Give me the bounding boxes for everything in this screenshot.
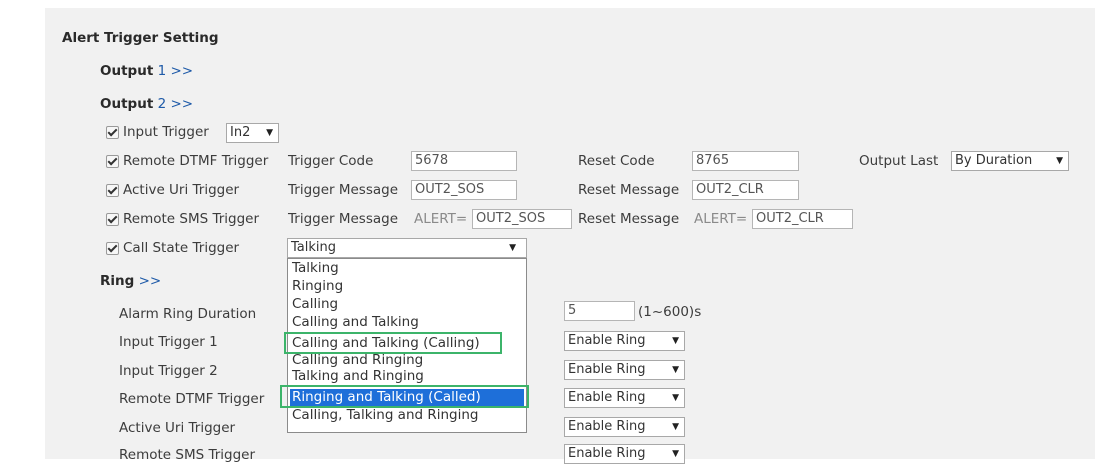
- ring-toggle[interactable]: >>: [139, 273, 162, 289]
- remote-sms-reset-msg-input[interactable]: OUT2_CLR: [752, 209, 853, 229]
- ring-row-select[interactable]: Enable Ring ▼: [564, 360, 685, 380]
- dropdown-option[interactable]: Talking and Ringing: [292, 368, 424, 384]
- input-trigger-label: Input Trigger: [123, 124, 209, 140]
- active-uri-reset-msg-label: Reset Message: [578, 182, 680, 198]
- output-last-value: By Duration: [955, 153, 1033, 168]
- call-state-value: Talking: [291, 240, 336, 255]
- ring-row-value: Enable Ring: [568, 390, 646, 405]
- dropdown-option[interactable]: Calling, Talking and Ringing: [292, 407, 479, 423]
- section-title: Alert Trigger Setting: [62, 30, 219, 46]
- ring-row-select[interactable]: Enable Ring ▼: [564, 388, 685, 408]
- output-2-toggle[interactable]: 2 >>: [158, 96, 194, 112]
- reset-code-label: Reset Code: [578, 153, 655, 169]
- ring-row-select[interactable]: Enable Ring ▼: [564, 331, 685, 351]
- call-state-checkbox[interactable]: [106, 242, 119, 255]
- remote-dtmf-checkbox[interactable]: [106, 155, 119, 168]
- trigger-code-input[interactable]: 5678: [411, 151, 517, 171]
- trigger-code-label: Trigger Code: [288, 153, 374, 169]
- dropdown-option[interactable]: Ringing: [292, 278, 343, 294]
- chevron-down-icon: ▼: [672, 336, 679, 346]
- ring-row-value: Enable Ring: [568, 419, 646, 434]
- input-trigger-select[interactable]: In2 ▼: [226, 123, 279, 143]
- ring-row-value: Enable Ring: [568, 333, 646, 348]
- chevron-down-icon: ▼: [672, 393, 679, 403]
- dropdown-option[interactable]: Talking: [292, 260, 339, 276]
- dropdown-option[interactable]: Calling: [292, 296, 338, 312]
- output-2-label: Output: [100, 96, 154, 112]
- call-state-label: Call State Trigger: [123, 240, 240, 256]
- active-uri-trigger-msg-input[interactable]: OUT2_SOS: [411, 180, 517, 200]
- active-uri-reset-msg-input[interactable]: OUT2_CLR: [692, 180, 799, 200]
- ring-row-value: Enable Ring: [568, 362, 646, 377]
- output-2-header[interactable]: Output 2 >>: [100, 96, 193, 112]
- remote-sms-reset-msg-label: Reset Message: [578, 211, 680, 227]
- alarm-ring-duration-label: Alarm Ring Duration: [119, 306, 257, 322]
- ring-row-label: Input Trigger 2: [119, 363, 218, 379]
- reset-code-input[interactable]: 8765: [692, 151, 799, 171]
- ring-header[interactable]: Ring >>: [100, 273, 161, 289]
- ring-row-label: Remote DTMF Trigger: [119, 391, 265, 407]
- input-trigger-value: In2: [230, 125, 251, 140]
- remote-sms-trigger-prefix: ALERT=: [414, 211, 468, 227]
- remote-sms-trigger-msg-input[interactable]: OUT2_SOS: [472, 209, 572, 229]
- ring-row-select[interactable]: Enable Ring ▼: [564, 417, 685, 437]
- remote-dtmf-label: Remote DTMF Trigger: [123, 153, 269, 169]
- remote-sms-label: Remote SMS Trigger: [123, 211, 260, 227]
- chevron-down-icon: ▼: [509, 243, 516, 253]
- chevron-down-icon: ▼: [672, 449, 679, 459]
- calling-option-outline: [284, 332, 502, 354]
- output-last-select[interactable]: By Duration ▼: [951, 151, 1069, 171]
- input-trigger-checkbox[interactable]: [106, 126, 119, 139]
- ring-label: Ring: [100, 273, 135, 289]
- remote-sms-checkbox[interactable]: [106, 213, 119, 226]
- active-uri-trigger-msg-label: Trigger Message: [288, 182, 399, 198]
- ring-row-label: Input Trigger 1: [119, 334, 218, 350]
- remote-sms-reset-prefix: ALERT=: [694, 211, 748, 227]
- called-option-outline: [280, 385, 529, 408]
- chevron-down-icon: ▼: [672, 422, 679, 432]
- ring-row-select[interactable]: Enable Ring ▼: [564, 444, 685, 464]
- ring-row-label: Active Uri Trigger: [119, 420, 236, 436]
- call-state-select[interactable]: Talking ▼: [287, 238, 527, 258]
- chevron-down-icon: ▼: [1056, 156, 1063, 166]
- active-uri-checkbox[interactable]: [106, 184, 119, 197]
- active-uri-label: Active Uri Trigger: [123, 182, 240, 198]
- output-1-header[interactable]: Output 1 >>: [100, 63, 193, 79]
- dropdown-option[interactable]: Calling and Ringing: [292, 352, 423, 368]
- output-last-label: Output Last: [859, 153, 939, 169]
- dropdown-option[interactable]: Calling and Talking: [292, 314, 419, 330]
- output-1-toggle[interactable]: 1 >>: [158, 63, 194, 79]
- ring-row-label: Remote SMS Trigger: [119, 447, 256, 463]
- chevron-down-icon: ▼: [266, 128, 273, 138]
- chevron-down-icon: ▼: [672, 365, 679, 375]
- output-1-label: Output: [100, 63, 154, 79]
- alarm-ring-range: (1~600)s: [638, 304, 702, 320]
- alarm-ring-duration-input[interactable]: 5: [564, 301, 635, 321]
- remote-sms-trigger-msg-label: Trigger Message: [288, 211, 399, 227]
